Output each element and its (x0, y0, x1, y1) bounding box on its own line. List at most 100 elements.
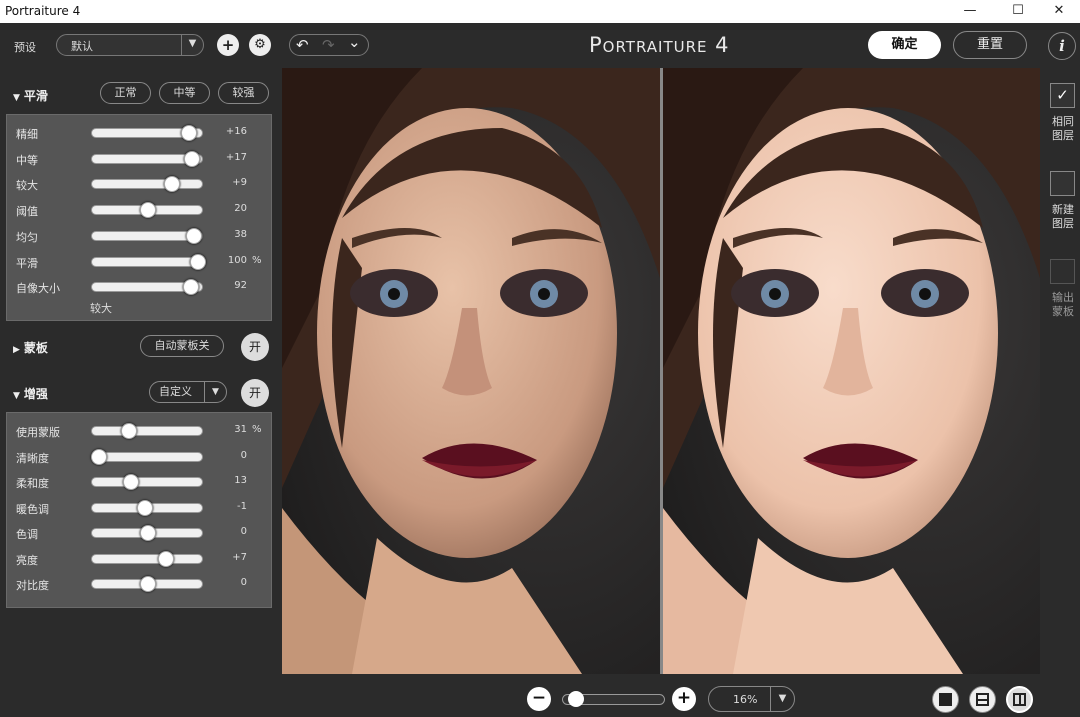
slider-track[interactable] (91, 227, 203, 244)
new-layer-checkbox[interactable] (1050, 171, 1075, 196)
new-layer-label: 新建 图层 (1052, 203, 1074, 230)
enhance-slider-row: 色调 0 (7, 523, 273, 543)
slider-track[interactable] (91, 550, 203, 567)
output-mask-checkbox[interactable] (1050, 259, 1075, 284)
app-logo: Portraiture 4 (589, 33, 730, 57)
slider-thumb[interactable] (183, 150, 200, 167)
expand-arrow-icon: ▼ (13, 93, 20, 103)
slider-label: 使用蒙版 (16, 426, 60, 439)
before-image[interactable] (282, 68, 660, 674)
enhance-slider-row: 暖色调 -1 (7, 498, 273, 518)
close-button[interactable]: ✕ (1037, 0, 1080, 23)
slider-label: 阈值 (16, 205, 38, 219)
slider-label: 色调 (16, 528, 38, 541)
same-layer-label: 相同 图层 (1052, 115, 1074, 142)
slider-track[interactable] (91, 279, 203, 296)
maximize-button[interactable]: ☐ (996, 0, 1040, 23)
smoothing-panel: 较大 精细 +16 中等 +17 较大 +9 阈值 20 均匀 38 平滑 100% 自像大小 92 (6, 114, 272, 321)
zoom-out-button[interactable]: − (527, 687, 551, 711)
smoothing-strong-button[interactable]: 较强 (218, 82, 269, 104)
same-layer-checkbox[interactable]: ✓ (1050, 83, 1075, 108)
slider-thumb[interactable] (140, 202, 156, 219)
slider-thumb[interactable] (163, 176, 180, 193)
smoothing-normal-button[interactable]: 正常 (100, 82, 151, 104)
after-image[interactable] (663, 68, 1040, 674)
minimize-button[interactable]: — (948, 0, 992, 23)
slider-track[interactable] (91, 202, 203, 219)
slider-thumb[interactable] (190, 253, 207, 270)
gear-icon[interactable]: ⚙ (249, 34, 271, 56)
slider-track[interactable] (91, 525, 203, 541)
slider-thumb[interactable] (123, 474, 140, 490)
app-window: Portraiture 4 — ☐ ✕ 预设 默认 ▼ + ⚙ ↶ ↷ ⌄ Po… (0, 0, 1080, 717)
smoothing-header[interactable]: ▼ 平滑 (13, 87, 48, 104)
smoothing-medium-button[interactable]: 中等 (159, 82, 210, 104)
zoom-in-button[interactable]: + (672, 687, 696, 711)
check-icon: ✓ (1056, 86, 1069, 104)
slider-thumb[interactable] (120, 423, 137, 439)
slider-value: 92 (234, 280, 247, 292)
mask-title: 蒙板 (23, 341, 48, 355)
slider-value: 13 (234, 475, 247, 486)
slider-label: 较大 (16, 179, 38, 193)
slider-value: +16 (225, 126, 247, 137)
single-view-button[interactable] (932, 686, 959, 713)
slider-track[interactable] (91, 423, 203, 439)
auto-mask-button[interactable]: 自动蒙板关 (140, 335, 224, 357)
undo-icon[interactable]: ↶ (296, 36, 309, 54)
enhance-header[interactable]: ▼ 增强 (13, 385, 48, 402)
slider-thumb[interactable] (90, 448, 107, 465)
slider-unit: % (252, 424, 262, 435)
enhance-slider-row: 清晰度 0 (7, 447, 273, 467)
slider-thumb[interactable] (140, 576, 156, 592)
slider-label: 均匀 (16, 230, 38, 244)
info-icon[interactable]: i (1048, 32, 1076, 60)
slider-track[interactable] (91, 576, 203, 592)
enhance-toggle-button[interactable]: 开 (241, 379, 269, 407)
slider-track[interactable] (91, 474, 203, 490)
slider-unit: % (252, 254, 262, 266)
slider-label: 暖色调 (16, 502, 49, 516)
redo-icon[interactable]: ↷ (322, 36, 335, 54)
smoothing-slider-row: 均匀 38 (7, 226, 273, 246)
split-horizontal-button[interactable] (969, 686, 996, 713)
preset-select[interactable]: 默认 ▼ (56, 34, 204, 56)
slider-thumb[interactable] (182, 279, 199, 296)
slider-thumb[interactable] (140, 525, 156, 541)
slider-thumb[interactable] (185, 227, 202, 244)
history-dropdown-icon[interactable]: ⌄ (348, 33, 361, 51)
slider-label: 对比度 (16, 579, 49, 592)
ok-button[interactable]: 确定 (868, 31, 941, 59)
slider-track[interactable] (91, 150, 203, 167)
slider-thumb[interactable] (136, 499, 153, 516)
split-vertical-button[interactable] (1006, 686, 1033, 713)
slider-label: 柔和度 (16, 477, 49, 490)
reset-button[interactable]: 重置 (953, 31, 1027, 59)
slider-label: 中等 (16, 153, 38, 167)
chevron-down-icon: ▼ (204, 381, 226, 403)
slider-label: 平滑 (16, 256, 38, 270)
zoom-value: 16% (733, 693, 758, 706)
slider-track[interactable] (91, 499, 203, 516)
slider-value: 0 (240, 449, 247, 461)
slider-value: 20 (234, 203, 247, 215)
add-preset-button[interactable]: + (217, 34, 239, 56)
mask-header[interactable]: ▶ 蒙板 (13, 339, 48, 356)
smoothing-slider-row: 较大 +9 (7, 174, 273, 194)
slider-value: +9 (232, 177, 247, 189)
slider-label: 自像大小 (16, 282, 60, 296)
mask-toggle-button[interactable]: 开 (241, 333, 269, 361)
slider-track[interactable] (91, 125, 203, 141)
zoom-slider-thumb[interactable] (568, 691, 584, 707)
slider-thumb[interactable] (157, 550, 174, 567)
slider-thumb[interactable] (181, 125, 198, 141)
smoothing-slider-row: 阈值 20 (7, 200, 273, 220)
slider-track[interactable] (91, 253, 207, 270)
expand-arrow-icon: ▼ (13, 391, 20, 401)
slider-label: 亮度 (16, 553, 38, 567)
enhance-mode-select[interactable]: 自定义 ▼ (149, 381, 227, 403)
slider-track[interactable] (90, 448, 203, 465)
zoom-select[interactable]: 16% ▼ (708, 686, 795, 712)
slider-track[interactable] (91, 176, 203, 193)
slider-value: +7 (232, 551, 247, 563)
